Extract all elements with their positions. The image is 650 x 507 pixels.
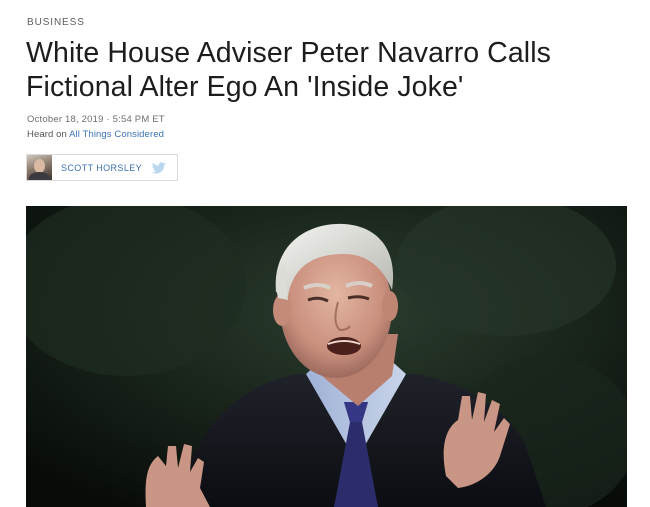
twitter-icon[interactable] xyxy=(152,161,166,174)
hero-photo[interactable] xyxy=(26,206,627,507)
article-dateline: October 18, 2019 · 5:54 PM ET xyxy=(27,114,165,125)
author-byline: SCOTT HORSLEY xyxy=(26,154,178,181)
heard-on-line: Heard on All Things Considered xyxy=(27,129,164,140)
author-name-link[interactable]: SCOTT HORSLEY xyxy=(61,163,142,173)
avatar-face xyxy=(34,159,45,173)
article-headline: White House Adviser Peter Navarro Calls … xyxy=(26,36,636,104)
avatar-shoulders xyxy=(29,172,50,180)
hero-photo-drawing xyxy=(26,206,627,507)
heard-on-prefix: Heard on xyxy=(27,129,70,140)
headline-line-2: Fictional Alter Ego An 'Inside Joke' xyxy=(26,71,464,103)
section-label[interactable]: BUSINESS xyxy=(27,17,85,28)
author-avatar[interactable] xyxy=(27,155,52,180)
headline-line-1: White House Adviser Peter Navarro Calls xyxy=(26,37,552,69)
program-link[interactable]: All Things Considered xyxy=(69,129,164,140)
